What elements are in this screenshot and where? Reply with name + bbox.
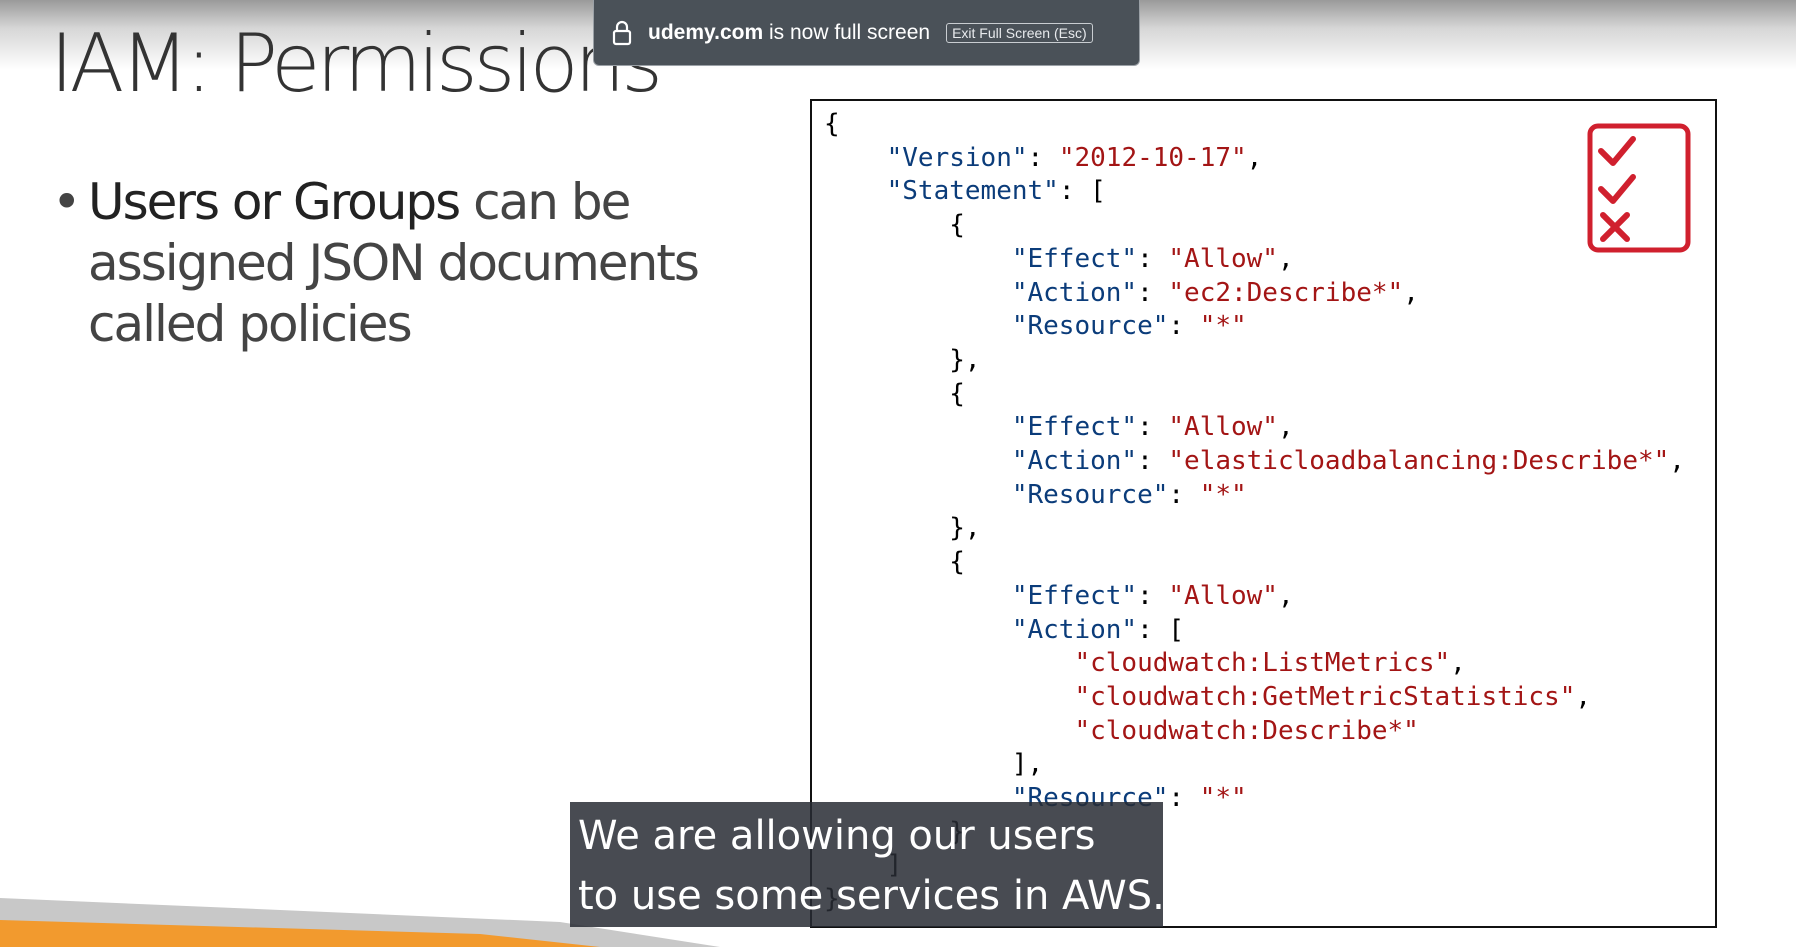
json-key: "Version" [886, 142, 1028, 173]
toast-domain: udemy.com [648, 20, 764, 44]
json-punct: : [1137, 243, 1169, 274]
json-string: "*" [1199, 783, 1247, 813]
json-punct: ], [824, 749, 1044, 780]
json-punct [824, 311, 1012, 341]
code-line: "Action": [ [824, 613, 1184, 647]
code-line: { [824, 545, 965, 579]
json-punct [824, 480, 1012, 510]
json-punct: }, [824, 344, 981, 375]
toast-message: is now full screen [763, 20, 931, 44]
bullet-text: Users or Groups can be assigned JSON doc… [88, 172, 738, 355]
code-line: { [824, 107, 840, 141]
slide-title: IAM: Permissions [50, 17, 663, 110]
code-line: }, [824, 511, 981, 545]
json-punct [824, 412, 1012, 442]
code-line: "Statement": [ [824, 174, 1106, 208]
json-punct [824, 176, 887, 206]
json-punct: : [1168, 311, 1200, 342]
json-punct [824, 615, 1012, 645]
json-string: "*" [1199, 479, 1247, 510]
json-punct: , [1277, 243, 1294, 274]
json-key: "Effect" [1011, 412, 1138, 443]
json-punct: , [1575, 681, 1592, 712]
json-punct [824, 682, 1074, 712]
code-line: "cloudwatch:GetMetricStatistics", [824, 680, 1591, 714]
json-key: "Effect" [1011, 243, 1138, 274]
caption-line-2: to use some services in AWS. [578, 873, 1165, 919]
json-key: "Resource" [1011, 311, 1169, 342]
json-string: "elasticloadbalancing:Describe*" [1168, 446, 1670, 476]
json-punct: { [824, 378, 965, 409]
code-line: "Action": "ec2:Describe*", [824, 276, 1419, 310]
json-string: "Allow" [1168, 243, 1278, 274]
json-punct [824, 648, 1074, 678]
json-key: "Action" [1011, 446, 1138, 476]
checklist-icon [1587, 123, 1691, 253]
json-punct: : [1168, 783, 1200, 813]
code-line: ], [824, 747, 1043, 781]
code-line: }, [824, 343, 981, 377]
json-key: "Effect" [1011, 580, 1138, 611]
json-punct: : [1137, 412, 1169, 443]
code-line: "Resource": "*" [824, 309, 1247, 343]
json-string: "2012-10-17" [1058, 142, 1247, 173]
json-string: "*" [1199, 311, 1247, 342]
json-string: "cloudwatch:Describe*" [1074, 715, 1419, 746]
code-line: "cloudwatch:ListMetrics", [824, 646, 1466, 680]
json-punct: : [1137, 446, 1169, 476]
json-punct: : [1137, 580, 1169, 611]
json-punct: { [824, 109, 840, 139]
code-line: "Effect": "Allow", [824, 242, 1294, 276]
json-key: "Resource" [1011, 479, 1169, 510]
json-punct: }, [824, 513, 981, 544]
json-punct: , [1277, 412, 1294, 443]
json-punct: , [1450, 648, 1466, 679]
json-punct: : [1168, 479, 1200, 510]
json-key: "Action" [1011, 277, 1138, 308]
bullet-dot: • [52, 173, 81, 231]
json-punct: : [1137, 277, 1169, 308]
bullet-bold-text: Users or Groups [88, 173, 461, 231]
json-key: "Action" [1011, 614, 1138, 645]
video-caption: We are allowing our users to use some se… [570, 802, 1165, 927]
code-line: { [824, 208, 965, 242]
code-line: "Resource": "*" [824, 478, 1247, 512]
json-punct: : [ [1137, 614, 1185, 645]
code-line: "Effect": "Allow", [824, 579, 1294, 613]
code-line: { [824, 377, 965, 411]
json-string: "Allow" [1168, 412, 1278, 443]
code-line: "Action": "elasticloadbalancing:Describe… [824, 444, 1685, 478]
json-punct: , [1277, 580, 1294, 611]
fullscreen-notification: udemy.com is now full screen Exit Full S… [593, 0, 1140, 66]
json-string: "cloudwatch:ListMetrics" [1074, 648, 1451, 679]
json-punct [824, 716, 1074, 746]
code-line: "cloudwatch:Describe*" [824, 714, 1419, 748]
json-punct [824, 581, 1012, 611]
json-punct [824, 446, 1012, 476]
json-punct: { [824, 547, 965, 578]
json-punct [824, 278, 1012, 308]
json-key: "Statement" [886, 176, 1059, 207]
exit-fullscreen-button[interactable]: Exit Full Screen (Esc) [946, 22, 1093, 43]
json-punct: , [1246, 142, 1263, 173]
json-string: "Allow" [1168, 580, 1278, 611]
json-punct: : [1027, 142, 1059, 173]
json-punct: { [824, 210, 965, 241]
json-punct: : [ [1058, 176, 1106, 207]
json-punct [824, 143, 887, 173]
json-string: "ec2:Describe*" [1168, 277, 1404, 308]
json-punct: , [1669, 446, 1685, 476]
toast-text: udemy.com is now full screen [648, 21, 930, 45]
code-line: "Effect": "Allow", [824, 410, 1294, 444]
json-punct: , [1403, 277, 1419, 308]
caption-line-1: We are allowing our users [578, 813, 1096, 859]
json-string: "cloudwatch:GetMetricStatistics" [1074, 681, 1576, 712]
json-punct [824, 244, 1012, 274]
lock-icon [612, 20, 632, 45]
code-line: "Version": "2012-10-17", [824, 141, 1263, 175]
